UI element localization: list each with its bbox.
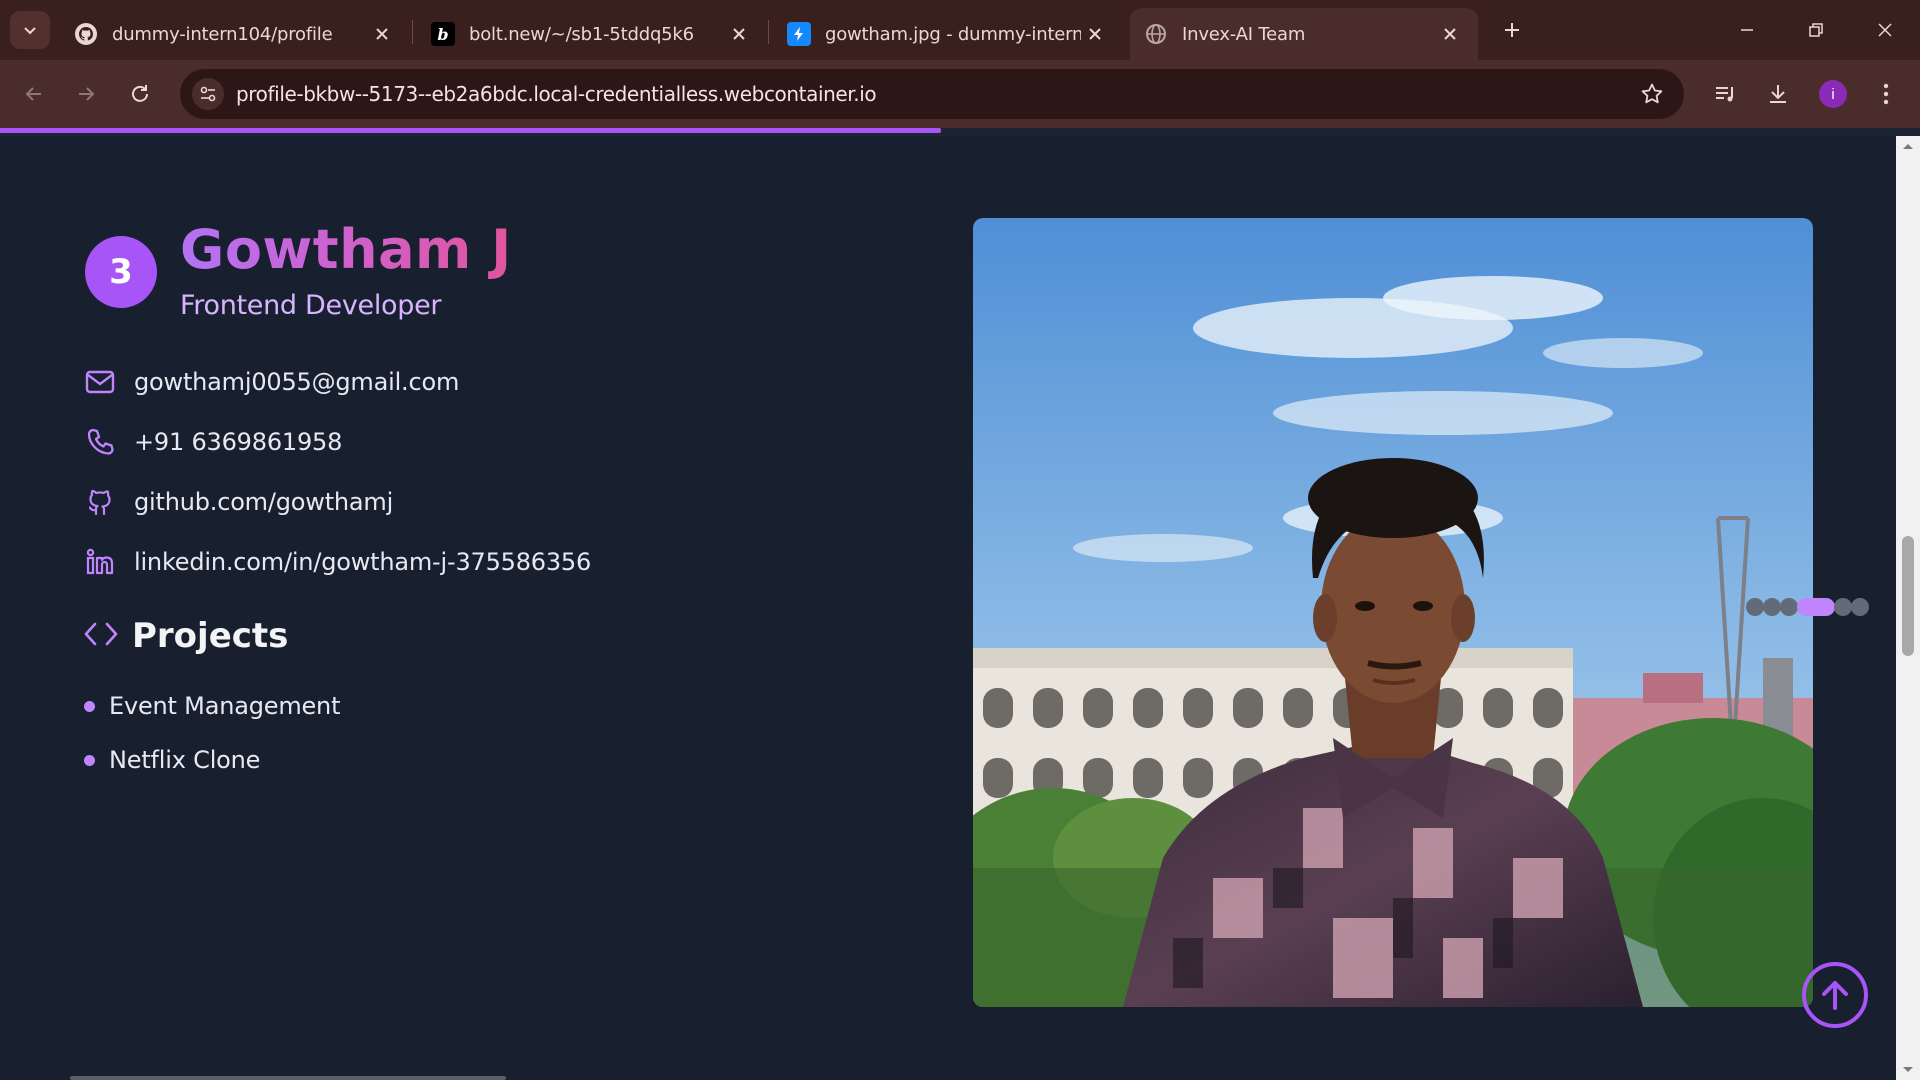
horizontal-scrollbar[interactable] — [70, 1076, 506, 1080]
profile-page: 3 Gowtham J Frontend Developer gowthamj0… — [0, 136, 1896, 1080]
contact-github[interactable]: github.com/gowthamj — [84, 484, 393, 520]
scrollbar-thumb[interactable] — [1902, 536, 1914, 656]
site-info-icon[interactable] — [192, 78, 224, 110]
download-icon[interactable] — [1762, 78, 1794, 110]
media-controls-icon[interactable] — [1709, 78, 1741, 110]
phone-text: +91 6369861958 — [134, 428, 343, 456]
bullet-dot — [84, 700, 95, 712]
reload-button[interactable] — [120, 74, 160, 114]
contact-email[interactable]: gowthamj0055@gmail.com — [84, 364, 459, 400]
tab-strip: dummy-intern104/profile b bolt.new/~/sb1… — [0, 0, 1920, 60]
linkedin-icon — [84, 546, 116, 578]
profile-avatar[interactable]: i — [1819, 80, 1847, 108]
progress-fill — [0, 128, 941, 133]
tab-title: Invex-AI Team — [1182, 23, 1306, 45]
close-icon[interactable] — [729, 24, 749, 44]
github-icon — [74, 22, 98, 46]
arrow-up-icon — [1822, 981, 1848, 1010]
minimize-icon — [1741, 29, 1753, 31]
code-icon — [84, 621, 118, 652]
contact-phone[interactable]: +91 6369861958 — [84, 424, 342, 460]
email-text: gowthamj0055@gmail.com — [134, 368, 460, 396]
projects-heading: Projects — [84, 616, 288, 656]
profile-photo — [973, 218, 1813, 1007]
github-text: github.com/gowthamj — [134, 488, 394, 516]
tab-bolt[interactable]: b bolt.new/~/sb1-5tddq5k6 — [407, 8, 767, 60]
minimize-button[interactable] — [1731, 14, 1763, 46]
stackblitz-icon — [787, 22, 811, 46]
mail-icon — [84, 366, 116, 398]
contact-linkedin[interactable]: linkedin.com/in/gowtham-j-375586356 — [84, 544, 591, 580]
project-name: Event Management — [109, 692, 341, 720]
close-window-button[interactable] — [1869, 14, 1901, 46]
tab-search-button[interactable] — [10, 11, 50, 49]
phone-icon — [84, 426, 116, 458]
close-icon[interactable] — [1085, 24, 1105, 44]
restore-button[interactable] — [1800, 14, 1832, 46]
tab-title: bolt.new/~/sb1-5tddq5k6 — [469, 23, 694, 45]
tab-gowtham-jpg[interactable]: gowtham.jpg - dummy-intern1 — [763, 8, 1123, 60]
scroll-up-arrow-icon[interactable] — [1896, 138, 1920, 154]
tab-title: gowtham.jpg - dummy-intern1 — [825, 23, 1081, 45]
carousel-dot[interactable] — [1780, 598, 1798, 616]
globe-icon — [1144, 22, 1168, 46]
carousel-indicator — [1746, 598, 1869, 616]
plus-icon — [1505, 23, 1519, 37]
arrow-left-icon — [25, 87, 41, 101]
page-progress-bar — [0, 128, 1920, 136]
tab-invex-ai-team[interactable]: Invex-AI Team — [1130, 8, 1478, 60]
back-button[interactable] — [14, 74, 54, 114]
browser-toolbar: profile-bkbw--5173--eb2a6bdc.local-crede… — [0, 60, 1920, 128]
project-name: Netflix Clone — [109, 746, 261, 774]
tab-title: dummy-intern104/profile — [112, 23, 333, 45]
chevron-down-icon — [24, 27, 36, 35]
member-role: Frontend Developer — [180, 290, 442, 321]
forward-button[interactable] — [66, 74, 106, 114]
kebab-menu-icon[interactable] — [1870, 78, 1902, 110]
reload-icon — [132, 85, 148, 102]
close-icon[interactable] — [372, 24, 392, 44]
project-item: Event Management — [84, 692, 340, 720]
url-text: profile-bkbw--5173--eb2a6bdc.local-crede… — [236, 82, 877, 106]
address-bar[interactable]: profile-bkbw--5173--eb2a6bdc.local-crede… — [180, 69, 1684, 119]
vertical-scrollbar[interactable] — [1896, 136, 1920, 1080]
linkedin-text: linkedin.com/in/gowtham-j-375586356 — [134, 548, 592, 576]
carousel-dot[interactable] — [1763, 598, 1781, 616]
restore-icon — [1809, 23, 1823, 37]
project-item: Netflix Clone — [84, 746, 260, 774]
carousel-dot[interactable] — [1746, 598, 1764, 616]
bookmark-star-icon[interactable] — [1640, 82, 1664, 111]
carousel-dot[interactable] — [1851, 598, 1869, 616]
new-tab-button[interactable] — [1496, 14, 1528, 46]
carousel-dot-active[interactable] — [1797, 598, 1835, 616]
bullet-dot — [84, 754, 95, 766]
scroll-to-top-button[interactable] — [1802, 962, 1868, 1028]
projects-heading-text: Projects — [132, 616, 289, 656]
carousel-dot[interactable] — [1834, 598, 1852, 616]
github-icon — [84, 486, 116, 518]
scroll-down-arrow-icon[interactable] — [1896, 1062, 1920, 1078]
member-name: Gowtham J — [180, 218, 512, 281]
photo-illustration — [973, 218, 1813, 1007]
tab-github-profile[interactable]: dummy-intern104/profile — [50, 8, 410, 60]
member-number-badge: 3 — [85, 236, 157, 308]
bolt-icon: b — [431, 22, 455, 46]
close-icon — [1878, 23, 1892, 37]
arrow-right-icon — [79, 87, 95, 101]
close-icon[interactable] — [1440, 24, 1460, 44]
